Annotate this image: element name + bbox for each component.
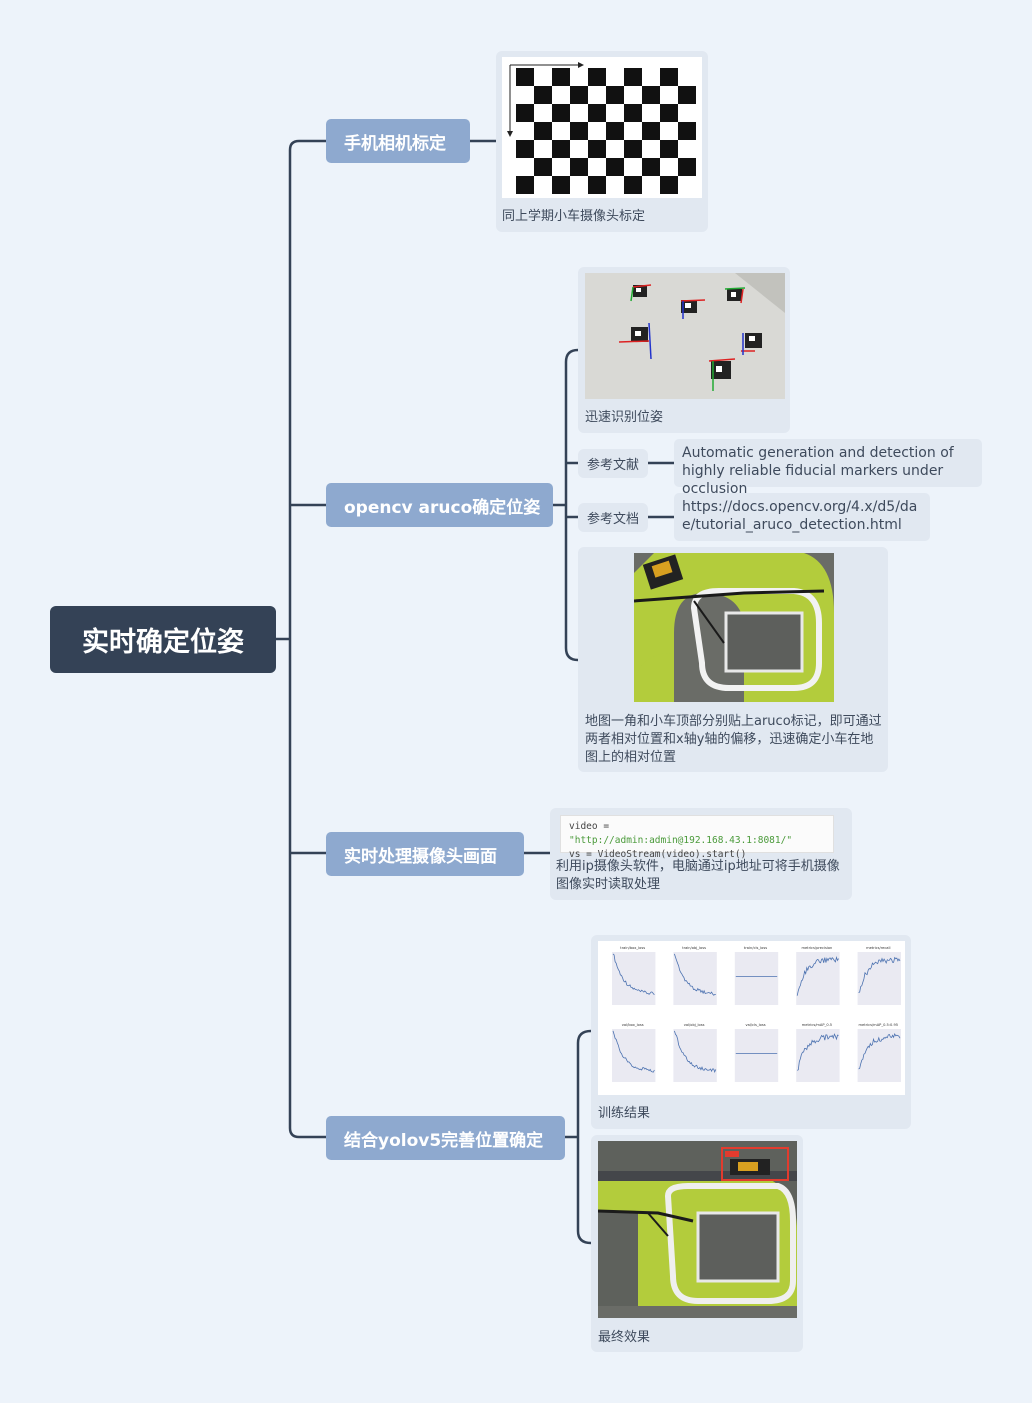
plot-title: metrics/mAP_0.5:0.95 xyxy=(859,1023,899,1027)
topic-yolo[interactable]: 结合yolov5完善位置确定 xyxy=(326,1116,565,1160)
ref-paper-label: 参考文献 xyxy=(586,458,639,473)
code-line-1-prefix: video = xyxy=(569,821,610,832)
plot-title: train/box_loss xyxy=(620,946,645,950)
aruco-detect-card[interactable]: 迅速识别位姿 xyxy=(578,267,790,433)
root-title: 实时确定位姿 xyxy=(82,627,244,658)
plot-title: metrics/recall xyxy=(866,946,890,950)
calibration-caption: 同上学期小车摄像头标定 xyxy=(502,209,646,224)
plot-area xyxy=(734,952,779,1005)
plot-area xyxy=(857,1029,901,1082)
topic-camera[interactable]: 实时处理摄像头画面 xyxy=(326,832,524,876)
training-results-card[interactable]: train/box_loss train/obj_loss train/cls_lo… xyxy=(591,935,911,1129)
plot-title: train/obj_loss xyxy=(682,946,706,950)
plot-title: metrics/mAP_0.5 xyxy=(802,1023,832,1027)
final-result-caption: 最终效果 xyxy=(598,1330,651,1345)
code-line-1-string: "http://admin:admin@192.168.43.1:8081/" xyxy=(569,835,793,846)
plot-area xyxy=(673,1029,717,1082)
plot-title: val/box_loss xyxy=(622,1023,644,1027)
code-line-1: video = "http://admin:admin@192.168.43.1… xyxy=(569,820,825,848)
final-detection-image xyxy=(598,1141,797,1318)
ref-paper-box[interactable]: Automatic generation and detection of hi… xyxy=(674,439,982,497)
training-plots-image: train/box_loss train/obj_loss train/cls_lo… xyxy=(598,941,905,1095)
plot-area xyxy=(612,1029,656,1082)
plot-area xyxy=(673,952,717,1005)
plot-title: val/obj_loss xyxy=(684,1023,705,1027)
final-result-card[interactable]: 最终效果 xyxy=(591,1135,803,1352)
plot-area xyxy=(734,1029,779,1082)
camera-card[interactable]: video = "http://admin:admin@192.168.43.1… xyxy=(550,808,852,900)
checkerboard-image xyxy=(502,57,702,198)
camera-caption: 利用ip摄像头软件，电脑通过ip地址可将手机摄像图像实时读取处理 xyxy=(556,859,840,892)
ref-doc-label: 参考文档 xyxy=(586,512,639,527)
topic-aruco-title: opencv aruco确定位姿 xyxy=(344,497,541,518)
plot-title: train/cls_loss xyxy=(744,946,767,950)
code-snippet: video = "http://admin:admin@192.168.43.1… xyxy=(560,815,834,860)
training-results-caption: 训练结果 xyxy=(598,1106,651,1121)
ref-doc-box[interactable]: https://docs.opencv.org/4.x/d5/dae/tutor… xyxy=(674,493,930,541)
plot-title: metrics/precision xyxy=(801,946,832,950)
plot-title: val/cls_loss xyxy=(745,1023,765,1027)
aruco-map-caption: 地图一角和小车顶部分别贴上aruco标记，即可通过两者相对位置和x轴y轴的偏移，… xyxy=(585,714,882,765)
topic-aruco[interactable]: opencv aruco确定位姿 xyxy=(326,483,553,527)
aruco-detect-caption: 迅速识别位姿 xyxy=(585,410,664,425)
topic-yolo-title: 结合yolov5完善位置确定 xyxy=(344,1130,544,1151)
ref-doc-link[interactable]: https://docs.opencv.org/4.x/d5/dae/tutor… xyxy=(682,499,917,533)
topic-calibration-title: 手机相机标定 xyxy=(344,133,446,154)
root-topic[interactable]: 实时确定位姿 xyxy=(50,606,276,673)
topic-calibration[interactable]: 手机相机标定 xyxy=(326,119,470,163)
ref-paper-label-box[interactable]: 参考文献 xyxy=(578,449,648,478)
aruco-markers-image xyxy=(585,273,785,399)
plot-area xyxy=(612,952,656,1005)
topic-camera-title: 实时处理摄像头画面 xyxy=(344,846,497,867)
map-car-image xyxy=(634,553,834,702)
ref-doc-label-box[interactable]: 参考文档 xyxy=(578,503,648,532)
calibration-card[interactable]: 同上学期小车摄像头标定 xyxy=(496,51,708,232)
aruco-map-card[interactable]: 地图一角和小车顶部分别贴上aruco标记，即可通过两者相对位置和x轴y轴的偏移，… xyxy=(578,547,888,772)
